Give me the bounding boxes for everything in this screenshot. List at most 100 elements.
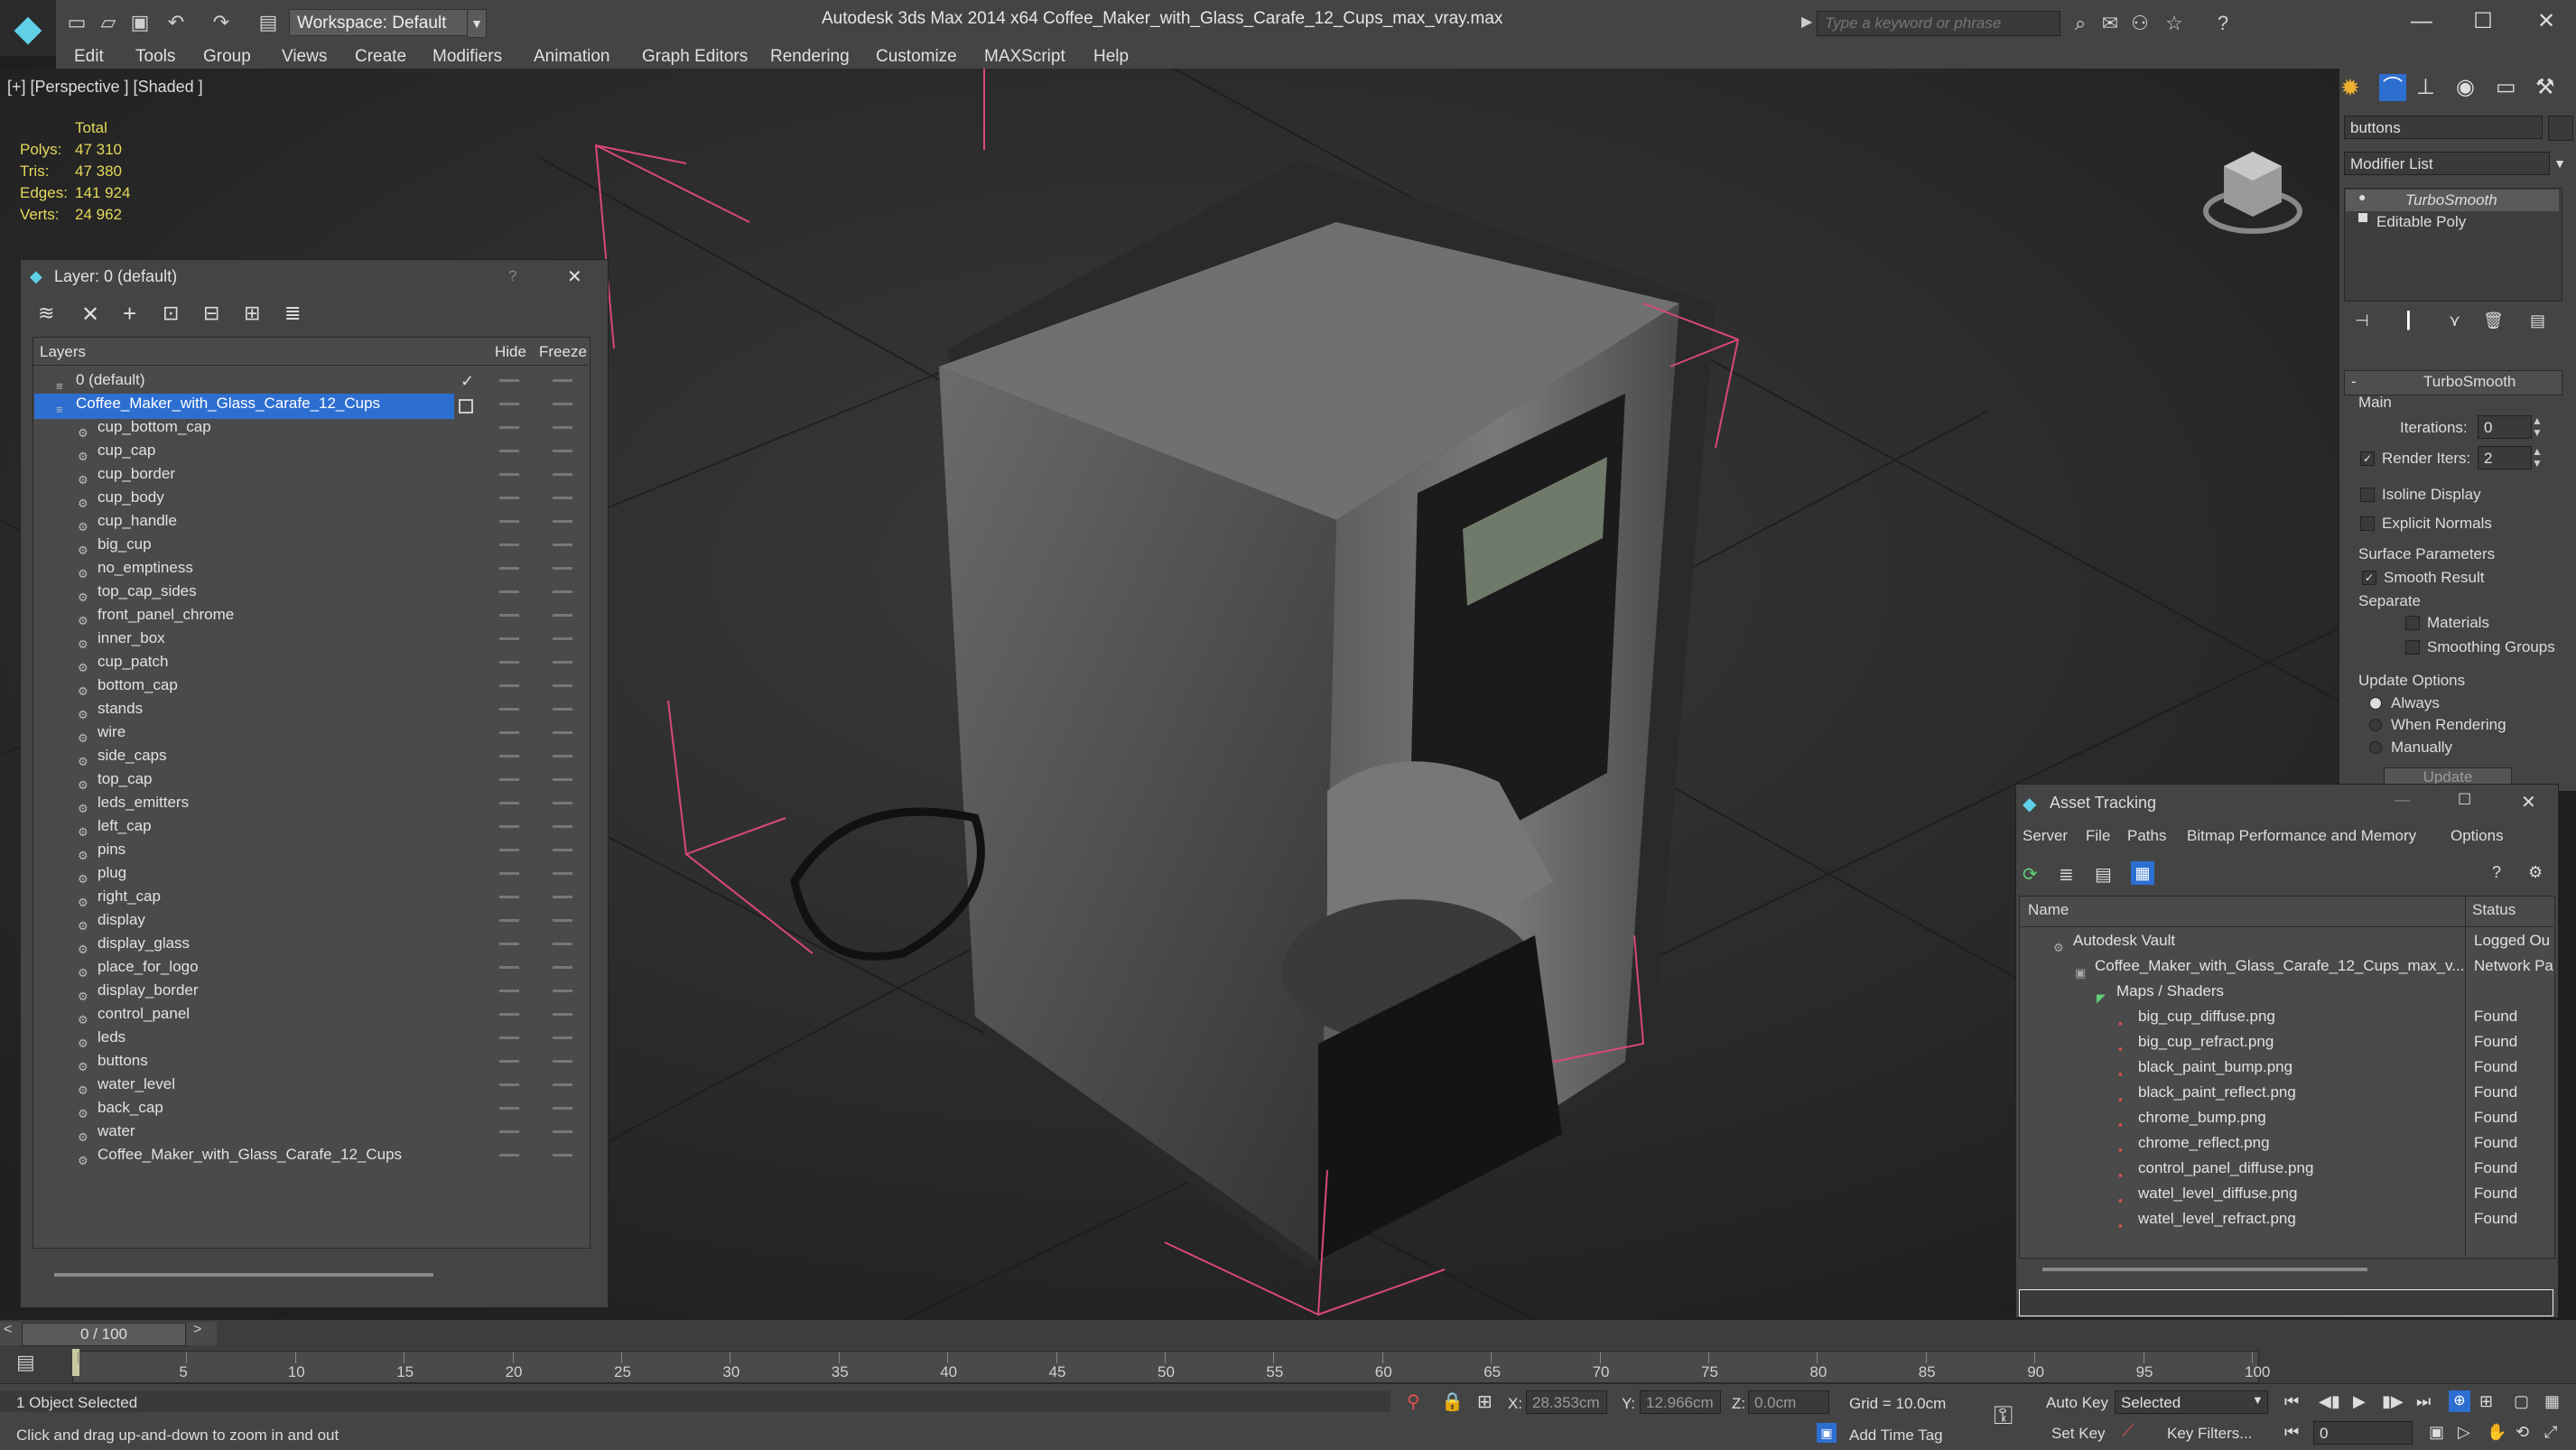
signin-icon[interactable]: ⚇: [2127, 11, 2153, 36]
when-rendering-radio[interactable]: [2369, 719, 2382, 731]
close-icon[interactable]: ✕: [567, 265, 582, 288]
freeze-toggle[interactable]: [553, 778, 572, 781]
object-color-swatch[interactable]: [2548, 116, 2573, 141]
freeze-toggle[interactable]: [553, 450, 572, 452]
lightbulb-icon[interactable]: ●: [2358, 190, 2366, 204]
add-to-layer-icon[interactable]: +: [123, 300, 136, 328]
menu-create[interactable]: Create: [355, 47, 406, 67]
play-icon[interactable]: ▶: [2353, 1392, 2366, 1411]
close-icon[interactable]: ✕: [2519, 5, 2573, 38]
chevron-down-icon[interactable]: ▼: [2252, 1393, 2264, 1407]
freeze-toggle[interactable]: [553, 614, 572, 617]
z-coordinate-field[interactable]: 0.0cm: [1748, 1390, 1829, 1414]
key-mode-toggle-icon[interactable]: ⏮: [2284, 1423, 2299, 1442]
chevron-down-icon[interactable]: ▼: [2548, 152, 2571, 175]
chevron-down-icon[interactable]: ▼: [467, 9, 487, 38]
x-coordinate-field[interactable]: 28.353cm: [1526, 1390, 1607, 1414]
list-icon[interactable]: ≣: [2059, 863, 2074, 886]
menu-edit[interactable]: Edit: [74, 47, 104, 67]
hide-toggle[interactable]: [499, 1013, 519, 1016]
key-mode-icon[interactable]: ⟋: [2122, 1421, 2134, 1442]
hide-toggle[interactable]: [499, 1130, 519, 1133]
highlight-layer-icon[interactable]: ⊟: [203, 302, 219, 325]
asset-menu-options[interactable]: Options: [2450, 827, 2504, 845]
asset-row[interactable]: ▣ Coffee_Maker_with_Glass_Carafe_12_Cups_…: [2023, 953, 2552, 980]
previous-frame-icon[interactable]: ◀▮: [2319, 1392, 2340, 1411]
hide-toggle[interactable]: [499, 1060, 519, 1063]
menu-modifiers[interactable]: Modifiers: [432, 47, 502, 67]
key-filters-button[interactable]: Key Filters...: [2167, 1425, 2252, 1443]
asset-row[interactable]: ▪ watel_level_diffuse.png: [2023, 1181, 2552, 1207]
isoline-checkbox[interactable]: [2360, 488, 2375, 502]
freeze-toggle[interactable]: [553, 731, 572, 734]
remove-modifier-icon[interactable]: 🗑: [2483, 311, 2504, 330]
maximize-icon[interactable]: ☐: [2456, 5, 2510, 38]
pin-icon[interactable]: ⚲: [1407, 1390, 1420, 1413]
freeze-toggle[interactable]: [553, 708, 572, 711]
hide-toggle[interactable]: [499, 473, 519, 476]
freeze-toggle[interactable]: [553, 520, 572, 523]
next-frame-icon[interactable]: ▮▶: [2382, 1392, 2404, 1411]
freeze-toggle[interactable]: [553, 1154, 572, 1157]
asset-path-field[interactable]: [2019, 1289, 2553, 1316]
save-icon[interactable]: ▣: [126, 9, 153, 36]
modifier-list-dropdown[interactable]: Modifier List: [2344, 152, 2550, 175]
minimize-icon[interactable]: —: [2395, 791, 2410, 809]
hide-toggle[interactable]: [499, 896, 519, 898]
collapse-icon[interactable]: -: [2351, 373, 2357, 391]
asset-row[interactable]: ▪ watel_level_refract.png: [2023, 1206, 2552, 1232]
go-to-start-icon[interactable]: ⏮: [2284, 1392, 2299, 1411]
freeze-toggle[interactable]: [553, 403, 572, 405]
asset-row[interactable]: ▪ big_cup_refract.png: [2023, 1029, 2552, 1055]
help-icon[interactable]: ?: [2492, 863, 2501, 882]
asset-row[interactable]: ▪ chrome_reflect.png: [2023, 1130, 2552, 1157]
redo-icon[interactable]: ↷: [208, 9, 235, 36]
freeze-toggle[interactable]: [553, 802, 572, 804]
star-icon[interactable]: ☆: [2162, 11, 2187, 36]
lock-icon[interactable]: 🔒: [1441, 1390, 1464, 1413]
hide-toggle[interactable]: [499, 943, 519, 945]
freeze-toggle[interactable]: [553, 497, 572, 499]
smooth-result-checkbox[interactable]: ✓: [2362, 571, 2376, 585]
asset-row[interactable]: ▪ chrome_bump.png: [2023, 1105, 2552, 1131]
freeze-toggle[interactable]: [553, 872, 572, 875]
menu-maxscript[interactable]: MAXScript: [984, 47, 1065, 67]
column-freeze[interactable]: Freeze: [539, 343, 587, 361]
freeze-toggle[interactable]: [553, 1060, 572, 1063]
hide-toggle[interactable]: [499, 403, 519, 405]
asset-row[interactable]: ◤ Maps / Shaders: [2023, 979, 2552, 1005]
key-icon[interactable]: ⚿: [1994, 1401, 2013, 1431]
menu-rendering[interactable]: Rendering: [770, 47, 850, 67]
maximize-icon[interactable]: ☐: [2458, 791, 2471, 809]
freeze-toggle[interactable]: [553, 1130, 572, 1133]
freeze-toggle[interactable]: [553, 919, 572, 922]
motion-tab-icon[interactable]: ◉: [2456, 74, 2475, 100]
delete-layer-icon[interactable]: ✕: [81, 302, 99, 328]
pan-icon[interactable]: ✋: [2487, 1423, 2506, 1442]
hide-toggle[interactable]: [499, 872, 519, 875]
hide-toggle[interactable]: [499, 684, 519, 687]
hide-toggle[interactable]: [499, 731, 519, 734]
go-to-end-icon[interactable]: ⏭: [2416, 1392, 2431, 1411]
explicit-normals-checkbox[interactable]: [2360, 516, 2375, 531]
time-slider[interactable]: 0 / 100: [22, 1323, 186, 1346]
utilities-tab-icon[interactable]: ⚒: [2535, 74, 2555, 100]
pin-stack-icon[interactable]: ⊣: [2355, 311, 2369, 330]
help-icon[interactable]: ?: [508, 267, 516, 285]
time-config-icon[interactable]: ▣: [2429, 1423, 2444, 1442]
menu-help[interactable]: Help: [1093, 47, 1129, 67]
hierarchy-tab-icon[interactable]: ⊥: [2416, 74, 2435, 100]
render-iters-checkbox[interactable]: ✓: [2360, 451, 2375, 466]
spinner-arrows-icon[interactable]: ▲ ▼: [2532, 446, 2543, 469]
maximize-viewport-icon[interactable]: ⤢: [2544, 1423, 2557, 1442]
undo-icon[interactable]: ↶: [163, 9, 190, 36]
app-logo-icon[interactable]: ◆: [0, 0, 56, 56]
selected-set-dropdown[interactable]: Selected: [2115, 1390, 2268, 1414]
hide-toggle[interactable]: [499, 661, 519, 664]
hide-toggle[interactable]: [499, 426, 519, 429]
iterations-spinner[interactable]: 0: [2478, 415, 2532, 439]
freeze-toggle[interactable]: [553, 825, 572, 828]
search-input[interactable]: [1817, 11, 2060, 36]
grid-view-icon[interactable]: ▦: [2131, 861, 2154, 885]
active-layer-icon[interactable]: [459, 399, 473, 414]
